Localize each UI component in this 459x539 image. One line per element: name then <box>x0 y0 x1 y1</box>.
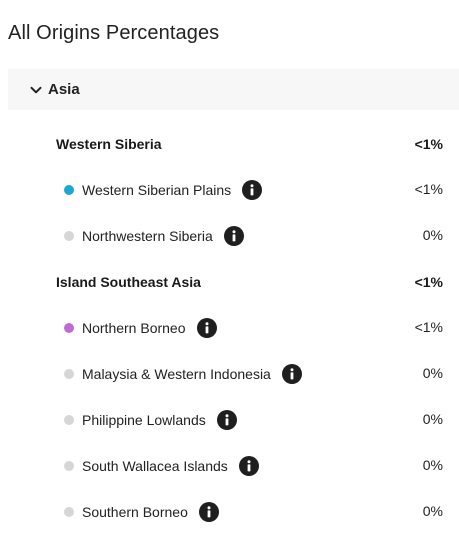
info-icon[interactable] <box>198 502 219 522</box>
region-name-wrap: Northern Borneo <box>82 318 217 338</box>
info-icon[interactable] <box>281 364 302 384</box>
group-name: Island Southeast Asia <box>56 274 201 290</box>
page-title: All Origins Percentages <box>8 22 220 44</box>
region-name: Northwestern Siberia <box>82 228 213 244</box>
group-row-island-southeast-asia: Island Southeast Asia <1% <box>0 274 459 290</box>
color-dot <box>64 369 74 379</box>
group-row-western-siberia: Western Siberia <1% <box>0 136 459 152</box>
region-value: 0% <box>422 457 443 473</box>
region-row-western-siberian-plains: Western Siberian Plains <1% <box>0 180 459 200</box>
region-value: 0% <box>422 503 443 519</box>
region-row-philippine-lowlands: Philippine Lowlands 0% <box>0 410 459 430</box>
region-name: Northern Borneo <box>82 320 186 336</box>
region-name-wrap: Philippine Lowlands <box>82 410 237 430</box>
info-icon[interactable] <box>216 410 237 430</box>
region-value: 0% <box>422 411 443 427</box>
region-value: <1% <box>414 181 443 197</box>
color-dot <box>64 185 74 195</box>
color-dot <box>64 415 74 425</box>
color-dot <box>64 461 74 471</box>
color-dot <box>64 323 74 333</box>
info-icon[interactable] <box>242 180 263 200</box>
region-value: <1% <box>414 319 443 335</box>
region-name-wrap: Northwestern Siberia <box>82 226 244 246</box>
region-name-wrap: Western Siberian Plains <box>82 180 263 200</box>
region-name-wrap: South Wallacea Islands <box>82 456 259 476</box>
group-value: <1% <box>414 274 443 290</box>
region-name: South Wallacea Islands <box>82 458 228 474</box>
region-value: 0% <box>422 365 443 381</box>
region-row-southern-borneo: Southern Borneo 0% <box>0 502 459 522</box>
section-header-asia[interactable]: Asia <box>8 69 459 110</box>
group-value: <1% <box>414 136 443 152</box>
group-name: Western Siberia <box>56 136 162 152</box>
info-icon[interactable] <box>223 226 244 246</box>
section-label: Asia <box>48 81 80 98</box>
region-name: Malaysia & Western Indonesia <box>82 366 271 382</box>
region-value: 0% <box>422 227 443 243</box>
region-name: Philippine Lowlands <box>82 412 206 428</box>
region-name: Western Siberian Plains <box>82 182 232 198</box>
info-icon[interactable] <box>196 318 217 338</box>
region-row-south-wallacea-islands: South Wallacea Islands 0% <box>0 456 459 476</box>
region-name: Southern Borneo <box>82 504 188 520</box>
color-dot <box>64 231 74 241</box>
info-icon[interactable] <box>238 456 259 476</box>
region-name-wrap: Southern Borneo <box>82 502 219 522</box>
chevron-down-icon <box>30 84 42 96</box>
region-row-malaysia-western-indonesia: Malaysia & Western Indonesia 0% <box>0 364 459 384</box>
region-row-northern-borneo: Northern Borneo <1% <box>0 318 459 338</box>
color-dot <box>64 507 74 517</box>
region-name-wrap: Malaysia & Western Indonesia <box>82 364 302 384</box>
region-row-northwestern-siberia: Northwestern Siberia 0% <box>0 226 459 246</box>
